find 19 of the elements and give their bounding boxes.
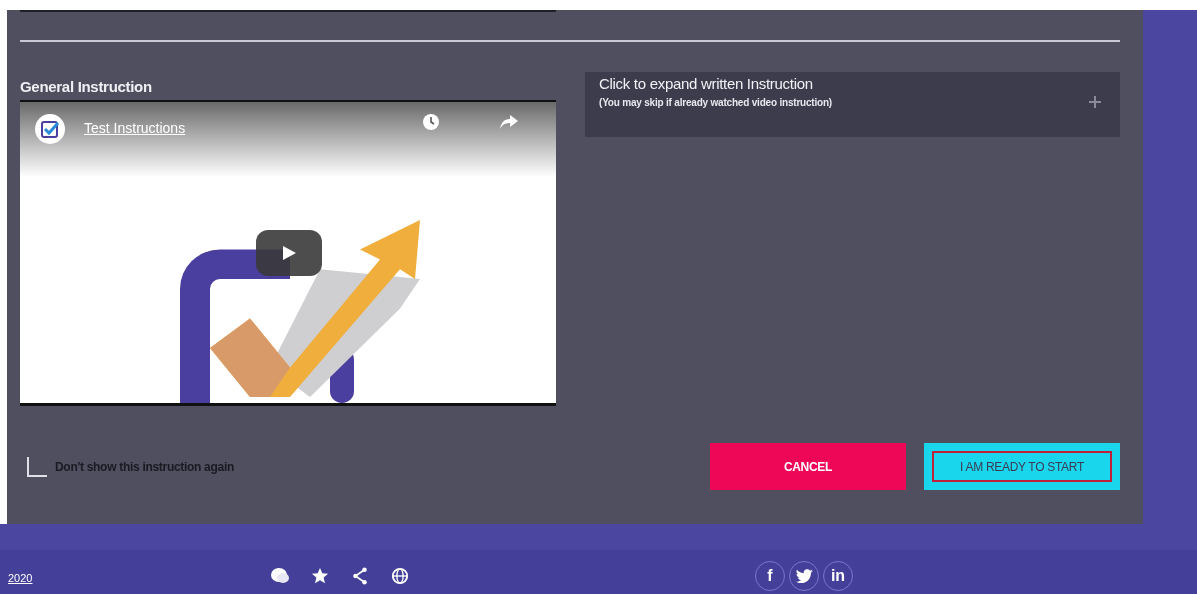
- clock-icon[interactable]: [423, 114, 439, 130]
- play-button[interactable]: [256, 230, 322, 276]
- checklist-icon: [35, 114, 65, 144]
- chat-bubbles-icon[interactable]: [270, 566, 290, 586]
- section-title: General Instruction: [20, 78, 153, 97]
- panel-title: Click to expand written Instruction: [599, 74, 814, 94]
- panel-subtitle: (You may skip if already watched video instruction): [599, 97, 832, 108]
- expand-panel[interactable]: Click to expand written Instruction (You may skip if already watched video instruction): [585, 72, 1120, 137]
- start-button[interactable]: I AM READY TO START: [924, 443, 1120, 490]
- cancel-button[interactable]: CANCEL: [710, 443, 906, 490]
- copyright-year: 2020: [8, 572, 34, 584]
- share-icon[interactable]: [350, 566, 370, 586]
- star-icon[interactable]: [310, 566, 330, 586]
- checkbox-label: Don't show this instruction again: [55, 459, 234, 474]
- share-arrow-icon[interactable]: [500, 115, 518, 129]
- bird-icon: [795, 569, 813, 583]
- globe-icon[interactable]: [390, 566, 410, 586]
- checkbox[interactable]: [27, 456, 47, 477]
- plus-icon: [1089, 94, 1101, 106]
